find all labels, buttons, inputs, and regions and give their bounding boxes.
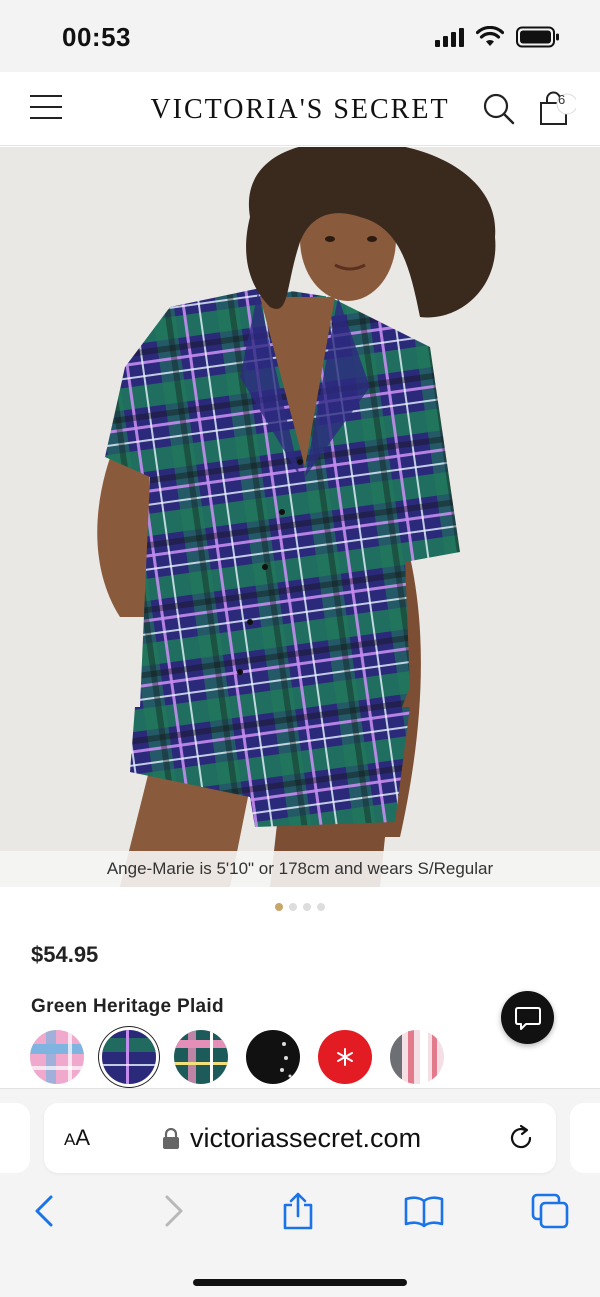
battery-icon: [516, 26, 559, 48]
bag-count-badge: 6: [558, 92, 566, 107]
chat-icon: [514, 1006, 541, 1030]
text-size-small-a: A: [64, 1130, 76, 1149]
text-size-button[interactable]: AA: [64, 1125, 90, 1151]
browser-toolbar: [0, 1189, 600, 1237]
forward-icon: [165, 1195, 183, 1227]
previous-tab-pill[interactable]: [0, 1103, 30, 1173]
next-tab-pill[interactable]: [570, 1103, 600, 1173]
bookmarks-button[interactable]: [402, 1189, 446, 1233]
carousel-dot-4[interactable]: [317, 903, 325, 911]
product-image[interactable]: [0, 147, 600, 887]
swatch-teal-pink-plaid[interactable]: [174, 1030, 228, 1084]
tabs-button[interactable]: [528, 1189, 572, 1233]
search-icon[interactable]: [482, 92, 516, 126]
status-icons: [435, 26, 560, 48]
stripe-swatch-icon: [390, 1030, 444, 1084]
color-swatches: [30, 1030, 444, 1084]
swatch-pink-gray-stripe[interactable]: [390, 1030, 444, 1084]
status-time: 00:53: [62, 22, 131, 52]
selected-color-name: Green Heritage Plaid: [31, 996, 224, 1017]
swatch-black-print[interactable]: [246, 1030, 300, 1084]
chat-button[interactable]: [501, 991, 554, 1044]
address-bar[interactable]: AA victoriassecret.com: [44, 1103, 556, 1173]
swatch-red-snowflake[interactable]: [318, 1030, 372, 1084]
bookmarks-icon: [404, 1196, 444, 1228]
shopping-bag-icon: [540, 91, 578, 125]
reload-icon[interactable]: [506, 1123, 536, 1153]
back-icon: [35, 1195, 53, 1227]
black-print-swatch-icon: [246, 1030, 300, 1084]
swatch-pink-blue-plaid[interactable]: [30, 1030, 84, 1084]
site-header: VICTORIA'S SECRET 6: [0, 72, 600, 146]
home-indicator[interactable]: [193, 1279, 407, 1286]
carousel-dot-2[interactable]: [289, 903, 297, 911]
share-icon: [283, 1192, 313, 1230]
shopping-bag-button[interactable]: 6: [536, 90, 578, 130]
text-size-large-a: A: [75, 1125, 91, 1150]
red-snowflake-swatch-icon: [318, 1030, 372, 1084]
swatch-green-heritage-plaid[interactable]: [102, 1030, 156, 1084]
browser-bottom-bar: AA victoriassecret.com: [0, 1088, 600, 1297]
url-text: victoriassecret.com: [190, 1123, 422, 1153]
signal-icon: [435, 27, 464, 47]
carousel-dots: [0, 903, 600, 911]
share-button[interactable]: [276, 1189, 320, 1233]
tabs-icon: [531, 1193, 569, 1229]
model-photo: [0, 147, 600, 887]
green-plaid-swatch-icon: [102, 1030, 156, 1084]
status-bar: 00:53: [0, 0, 600, 72]
product-price: $54.95: [31, 942, 99, 967]
wifi-icon: [476, 26, 504, 46]
back-button[interactable]: [22, 1189, 66, 1233]
carousel-dot-3[interactable]: [303, 903, 311, 911]
lock-icon: [163, 1127, 179, 1149]
model-size-caption: Ange-Marie is 5'10" or 178cm and wears S…: [0, 851, 600, 887]
forward-button[interactable]: [152, 1189, 196, 1233]
url-display[interactable]: victoriassecret.com: [162, 1123, 421, 1154]
pink-plaid-swatch-icon: [30, 1030, 84, 1084]
carousel-dot-1[interactable]: [275, 903, 283, 911]
teal-plaid-swatch-icon: [174, 1030, 228, 1084]
